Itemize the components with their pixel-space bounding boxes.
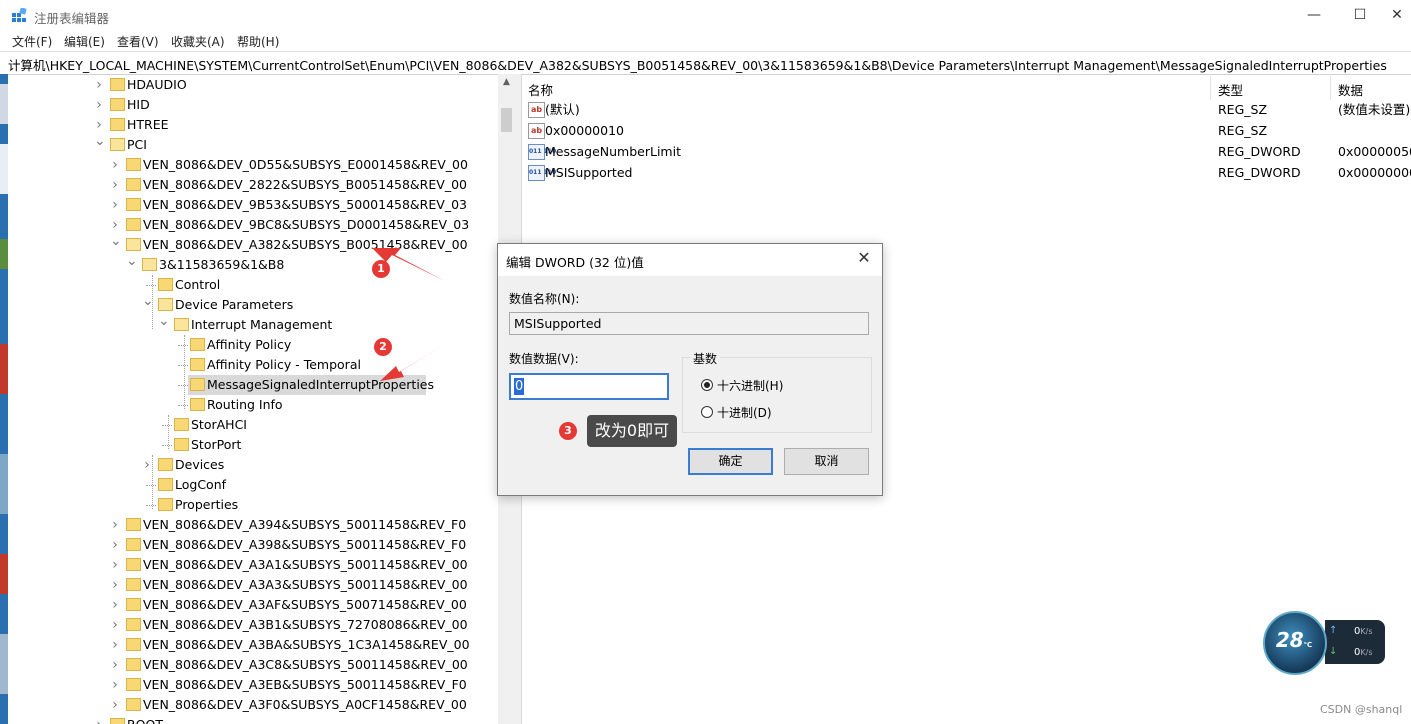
base-group-label: 基数 xyxy=(690,350,721,367)
value-name-label: 数值名称(N): xyxy=(509,292,580,306)
annotation-badge-1: 1 xyxy=(372,260,390,278)
radio-dec-label[interactable]: 十进制(D) xyxy=(717,404,772,421)
value-data-label: 数值数据(V): xyxy=(509,352,579,366)
annotation-badge-2: 2 xyxy=(374,338,392,356)
radio-hex[interactable] xyxy=(701,379,713,391)
upload-speed-unit: K/s xyxy=(1360,627,1373,636)
value-data-selection: 0 xyxy=(514,378,525,395)
temperature-value: 28℃ xyxy=(1272,628,1316,652)
edit-dword-dialog: 编辑 DWORD (32 位)值 ✕ 数值名称(N): MSISupported… xyxy=(497,243,883,496)
download-speed-unit: K/s xyxy=(1360,648,1373,657)
download-speed: 0K/s xyxy=(1354,647,1372,658)
temperature-unit: ℃ xyxy=(1303,641,1313,649)
dialog-close-icon[interactable]: ✕ xyxy=(854,248,874,267)
upload-speed: 0K/s xyxy=(1354,626,1372,637)
upload-arrow-icon: ↑ xyxy=(1329,625,1338,636)
radio-selected-dot xyxy=(704,382,710,388)
value-name-field: MSISupported xyxy=(509,312,869,335)
cancel-button[interactable]: 取消 xyxy=(784,448,869,475)
radio-dec[interactable] xyxy=(701,406,713,418)
annotation-note: 改为0即可 xyxy=(587,415,677,447)
dialog-title: 编辑 DWORD (32 位)值 xyxy=(506,255,644,270)
radio-hex-label[interactable]: 十六进制(H) xyxy=(717,377,783,394)
base-group xyxy=(682,357,872,433)
temperature-number: 28 xyxy=(1275,628,1304,652)
ok-button[interactable]: 确定 xyxy=(688,448,773,475)
value-data-input[interactable]: 0 xyxy=(509,373,669,400)
download-arrow-icon: ↓ xyxy=(1329,646,1338,657)
watermark: CSDN @shanql xyxy=(1320,703,1403,716)
annotation-badge-3: 3 xyxy=(559,422,577,440)
